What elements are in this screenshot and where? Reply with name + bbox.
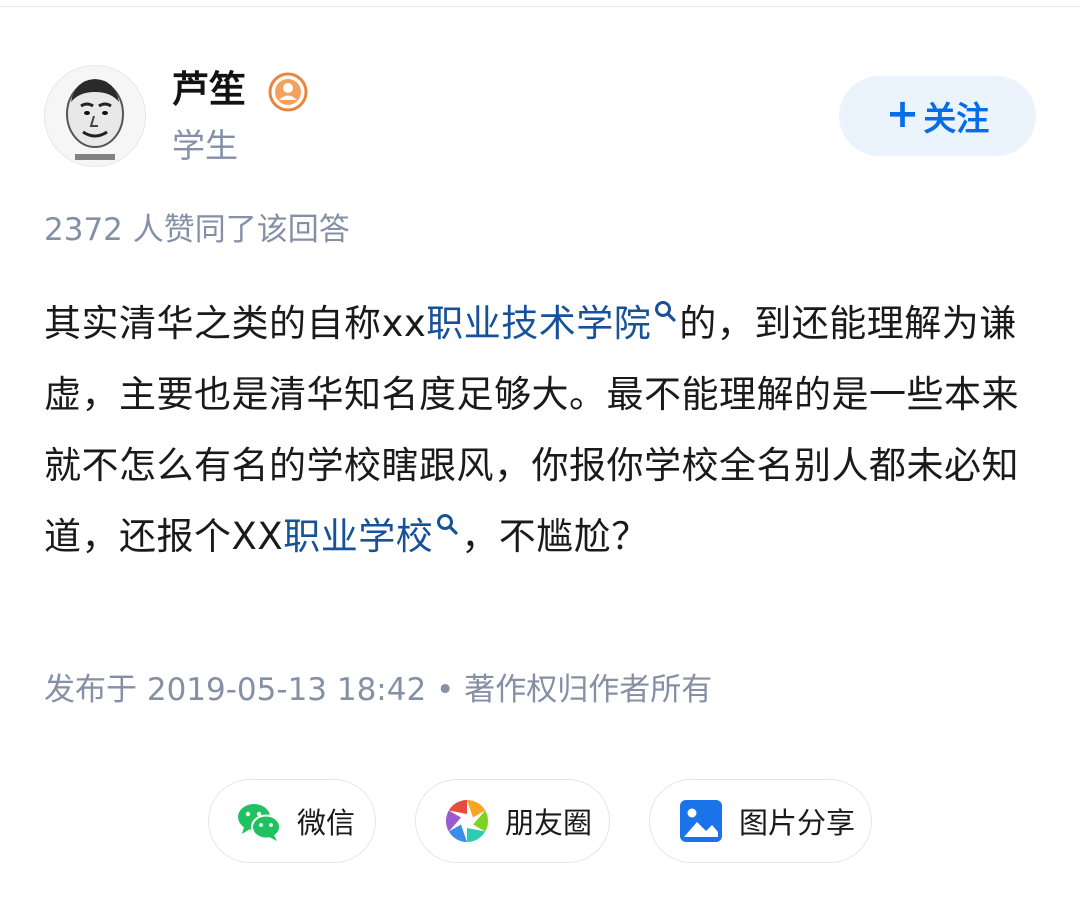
top-divider — [0, 6, 1080, 7]
wechat-icon — [238, 804, 281, 841]
search-icon[interactable] — [435, 512, 459, 536]
publish-meta: 发布于 2019-05-13 18:42 • 著作权归作者所有 — [44, 672, 713, 708]
share-image-button[interactable]: 图片分享 — [649, 779, 872, 863]
keyword-link-2[interactable]: 职业学校 — [283, 515, 433, 558]
follow-label: 关注 — [923, 99, 990, 138]
plus-icon: + — [885, 91, 920, 137]
follow-button[interactable]: + 关注 — [839, 76, 1036, 156]
share-moments-button[interactable]: 朋友圈 — [415, 779, 610, 863]
vote-count: 2372 人赞同了该回答 — [44, 212, 350, 248]
search-icon[interactable] — [653, 299, 677, 323]
author-title: 学生 — [172, 126, 238, 165]
author-name[interactable]: 芦笙 — [172, 66, 246, 114]
share-image-label: 图片分享 — [739, 806, 856, 840]
answer-content: 其实清华之类的自称xx职业技术学院 的，到还能理解为谦虚，主要也是清华知名度足够大… — [44, 288, 1044, 572]
meme-face-avatar-icon — [45, 66, 145, 166]
avatar[interactable] — [44, 65, 146, 167]
share-wechat-button[interactable]: 微信 — [208, 779, 376, 863]
verified-user-badge-icon — [268, 72, 308, 112]
moments-aperture-icon — [445, 800, 489, 842]
share-moments-label: 朋友圈 — [505, 806, 593, 840]
content-text-3: ，不尴尬？ — [461, 515, 649, 558]
image-share-icon — [680, 800, 722, 842]
share-wechat-label: 微信 — [297, 806, 356, 840]
keyword-link-1[interactable]: 职业技术学院 — [426, 302, 651, 345]
content-text-1: 其实清华之类的自称xx — [44, 302, 427, 345]
